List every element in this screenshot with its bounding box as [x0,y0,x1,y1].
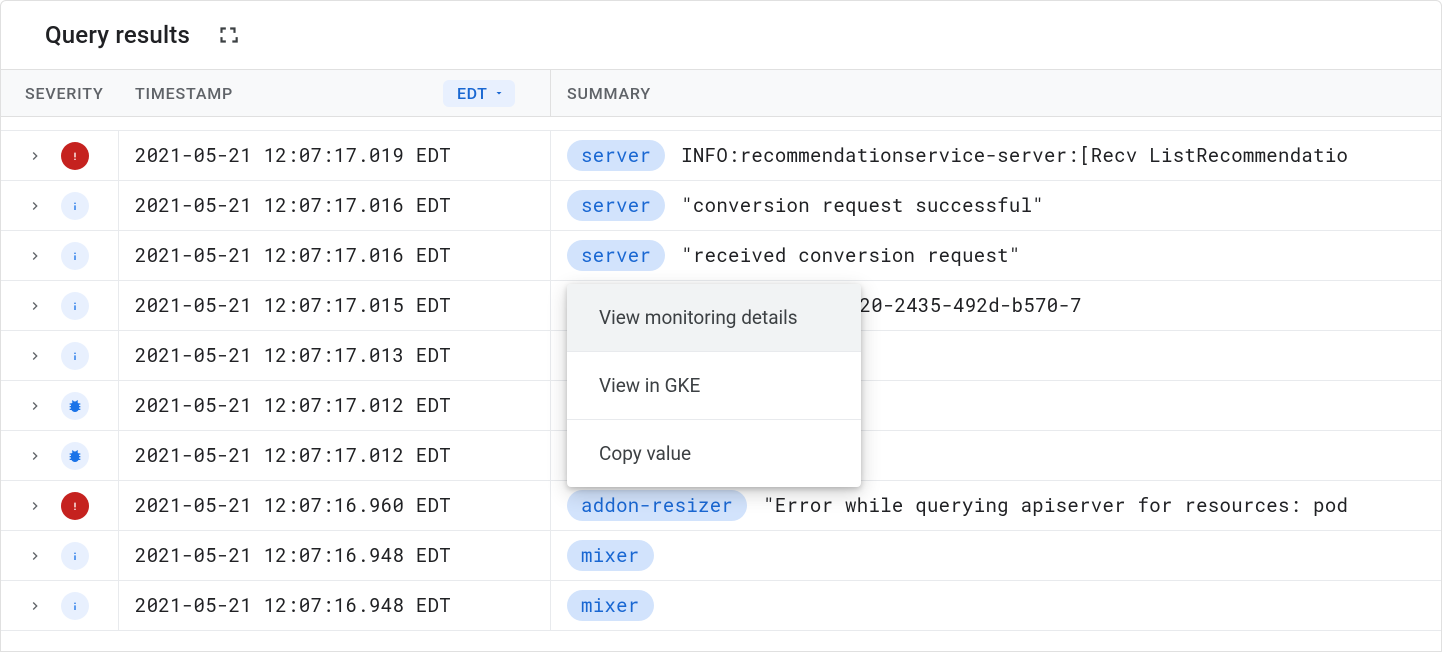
menu-item-view-monitoring[interactable]: View monitoring details [567,284,861,352]
cell-timestamp: 2021-05-21 12:07:16.960 EDT [119,481,551,530]
summary-message: "conversion request successful" [681,193,1044,218]
fullscreen-icon[interactable] [214,21,242,49]
expand-icon[interactable] [25,146,45,166]
cell-summary: server "received conversion request" [551,240,1441,271]
severity-info-icon [61,542,89,570]
cell-summary: mixer [551,590,1441,621]
expand-icon[interactable] [25,246,45,266]
severity-error-icon [61,492,89,520]
cell-severity [1,381,119,430]
expand-icon[interactable] [25,546,45,566]
summary-message: "Error while querying apiserver for reso… [763,493,1348,518]
timestamp-label[interactable]: TIMESTAMP [135,84,233,103]
summary-tag[interactable]: addon-resizer [567,490,747,521]
cell-severity [1,581,119,630]
summary-message: INFO:recommendationservice-server:[Recv … [681,143,1348,168]
cell-severity [1,481,119,530]
cell-summary: server INFO:recommendationservice-server:… [551,140,1441,171]
severity-info-icon [61,242,89,270]
summary-tag[interactable]: server [567,240,665,271]
cell-timestamp: 2021-05-21 12:07:17.016 EDT [119,231,551,280]
cell-timestamp: 2021-05-21 12:07:17.012 EDT [119,381,551,430]
cell-severity [1,331,119,380]
cell-severity [1,181,119,230]
expand-icon[interactable] [25,196,45,216]
timezone-label: EDT [457,84,487,103]
cell-timestamp: 2021-05-21 12:07:16.948 EDT [119,531,551,580]
cell-summary: mixer [551,540,1441,571]
severity-info-icon [61,192,89,220]
log-row[interactable]: 2021-05-21 12:07:16.960 EDTaddon-resizer… [1,481,1441,531]
menu-item-copy-value[interactable]: Copy value [567,420,861,487]
log-row[interactable]: 2021-05-21 12:07:17.016 EDT server "conver… [1,181,1441,231]
summary-tag[interactable]: server [567,140,665,171]
cell-severity [1,431,119,480]
expand-icon[interactable] [25,446,45,466]
cell-timestamp: 2021-05-21 12:07:17.019 EDT [119,131,551,180]
log-row[interactable]: 2021-05-21 12:07:17.019 EDT server INFO:re… [1,131,1441,181]
context-menu: View monitoring details View in GKE Copy… [567,284,861,487]
table-header: SEVERITY TIMESTAMP EDT SUMMARY [1,69,1441,117]
expand-icon[interactable] [25,346,45,366]
severity-debug-icon [61,442,89,470]
summary-tag[interactable]: mixer [567,590,654,621]
severity-info-icon [61,292,89,320]
column-header-summary[interactable]: SUMMARY [551,84,1441,103]
panel-title: Query results [45,21,190,49]
summary-tag[interactable]: server [567,190,665,221]
cell-timestamp: 2021-05-21 12:07:17.015 EDT [119,281,551,330]
cell-timestamp: 2021-05-21 12:07:16.948 EDT [119,581,551,630]
cell-severity [1,231,119,280]
log-row[interactable]: 2021-05-21 12:07:16.948 EDT mixer [1,531,1441,581]
column-header-severity[interactable]: SEVERITY [1,84,119,103]
cell-summary: server "conversion request successful" [551,190,1441,221]
severity-info-icon [61,342,89,370]
column-header-timestamp: TIMESTAMP EDT [119,70,551,116]
severity-debug-icon [61,392,89,420]
cell-timestamp: 2021-05-21 12:07:17.012 EDT [119,431,551,480]
expand-icon[interactable] [25,296,45,316]
query-results-panel: Query results SEVERITY TIMESTAMP EDT SUM… [0,0,1442,652]
log-row-partial [1,117,1441,131]
timezone-selector[interactable]: EDT [443,80,515,107]
severity-error-icon [61,142,89,170]
expand-icon[interactable] [25,596,45,616]
log-row[interactable]: 2021-05-21 12:07:17.016 EDT server "receiv… [1,231,1441,281]
cell-severity [1,281,119,330]
chevron-down-icon [493,87,505,99]
expand-icon[interactable] [25,496,45,516]
cell-severity [1,531,119,580]
expand-icon[interactable] [25,396,45,416]
log-row[interactable]: 2021-05-21 12:07:16.948 EDT mixer [1,581,1441,631]
cell-severity [1,131,119,180]
menu-item-view-gke[interactable]: View in GKE [567,352,861,420]
panel-header: Query results [1,1,1441,69]
cell-timestamp: 2021-05-21 12:07:17.016 EDT [119,181,551,230]
summary-tag[interactable]: mixer [567,540,654,571]
cell-timestamp: 2021-05-21 12:07:17.013 EDT [119,331,551,380]
severity-info-icon [61,592,89,620]
summary-message: "received conversion request" [681,243,1020,268]
cell-summary: addon-resizer "Error while querying apise… [551,490,1441,521]
